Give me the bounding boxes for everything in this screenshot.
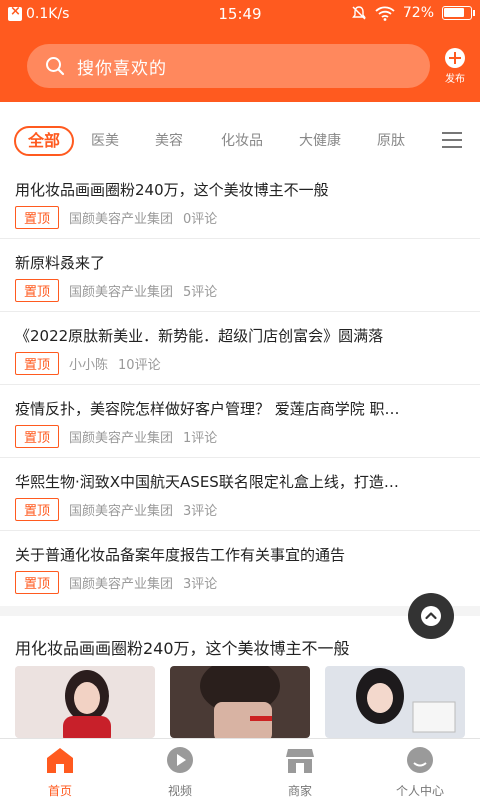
comment-count: 5评论 (183, 285, 218, 300)
nav-home-label: 首页 (47, 784, 72, 798)
nav-video-label: 视频 (167, 784, 192, 798)
search-input[interactable]: 搜你喜欢的 (27, 44, 430, 88)
status-right: 72% (351, 5, 475, 21)
chevron-up-icon (421, 606, 441, 626)
featured-thumbnails[interactable] (15, 666, 465, 738)
article-title: 《2022原肽新美业．新势能．超级门店创富会》圆满落 (15, 327, 384, 345)
article-author: 国颜美容产业集团 (69, 504, 174, 519)
list-item[interactable]: 华熙生物·润致X中国航天ASES联名限定礼盒上线，打造… 置顶 国颜美容产业集团… (0, 458, 480, 531)
comment-count: 3评论 (183, 577, 218, 592)
nav-home[interactable]: 首页 (0, 745, 120, 799)
menu-icon[interactable] (442, 132, 462, 148)
comment-count: 0评论 (183, 212, 218, 227)
article-author: 国颜美容产业集团 (69, 431, 174, 446)
pinned-badge: 置顶 (15, 498, 60, 521)
bottom-navigation: 首页 视频 商家 个人中心 (0, 738, 480, 800)
article-meta: 置顶 国颜美容产业集团 0评论 (15, 206, 217, 229)
plus-icon (445, 48, 465, 68)
pinned-badge: 置顶 (15, 206, 60, 229)
nav-profile-label: 个人中心 (395, 784, 444, 798)
category-tabs: 全部 医美 美容 化妆品 大健康 原肽 (0, 118, 480, 162)
list-item[interactable]: 关于普通化妆品备案年度报告工作有关事宜的通告 置顶 国颜美容产业集团 3评论 (0, 531, 480, 604)
article-author: 国颜美容产业集团 (69, 212, 174, 227)
article-title: 用化妆品画画圈粉240万，这个美妆博主不一般 (15, 181, 329, 199)
nav-shop[interactable]: 商家 (240, 745, 360, 799)
nav-profile[interactable]: 个人中心 (360, 745, 480, 799)
battery-icon (442, 6, 475, 20)
search-icon (46, 57, 65, 76)
mute-bell-icon (351, 6, 366, 20)
thumbnail-image[interactable] (325, 666, 465, 738)
featured-title[interactable]: 用化妆品画画圈粉240万，这个美妆博主不一般 (15, 635, 350, 659)
tab-peptide[interactable]: 原肽 (368, 126, 414, 156)
article-meta: 置顶 国颜美容产业集团 3评论 (15, 571, 217, 594)
publish-label: 发布 (445, 74, 465, 85)
nav-video[interactable]: 视频 (120, 745, 240, 799)
comment-count: 3评论 (183, 504, 218, 519)
list-item[interactable]: 用化妆品画画圈粉240万，这个美妆博主不一般 置顶 国颜美容产业集团 0评论 (0, 166, 480, 239)
article-author: 国颜美容产业集团 (69, 577, 174, 592)
article-meta: 置顶 小小陈 10评论 (15, 352, 161, 375)
publish-button[interactable]: 发布 (440, 48, 470, 85)
comment-count: 10评论 (118, 358, 161, 373)
list-item[interactable]: 疫情反扑，美容院怎样做好客户管理？ 爱莲店商学院 职… 置顶 国颜美容产业集团 … (0, 385, 480, 458)
home-icon (47, 748, 73, 773)
article-title: 新原料叒来了 (15, 254, 106, 272)
article-meta: 置顶 国颜美容产业集团 1评论 (15, 425, 217, 448)
pinned-badge: 置顶 (15, 425, 60, 448)
thumbnail-image[interactable] (15, 666, 155, 738)
battery-percent: 72% (402, 5, 434, 21)
article-title: 关于普通化妆品备案年度报告工作有关事宜的通告 (15, 546, 346, 564)
back-to-top-button[interactable] (408, 593, 454, 639)
play-icon (167, 747, 193, 773)
list-item[interactable]: 新原料叒来了 置顶 国颜美容产业集团 5评论 (0, 239, 480, 312)
status-bar: 0.1K/s 15:49 72% (0, 0, 480, 30)
tab-cosmetics[interactable]: 化妆品 (212, 126, 272, 156)
tab-beauty[interactable]: 美容 (146, 126, 192, 156)
pinned-badge: 置顶 (15, 352, 60, 375)
article-title: 疫情反扑，美容院怎样做好客户管理？ 爱莲店商学院 职… (15, 400, 400, 418)
article-title: 华熙生物·润致X中国航天ASES联名限定礼盒上线，打造… (15, 473, 399, 491)
thumbnail-image[interactable] (170, 666, 310, 738)
comment-count: 1评论 (183, 431, 218, 446)
article-meta: 置顶 国颜美容产业集团 3评论 (15, 498, 217, 521)
article-author: 小小陈 (69, 358, 109, 373)
article-author: 国颜美容产业集团 (69, 285, 174, 300)
search-placeholder: 搜你喜欢的 (77, 58, 167, 79)
tab-health[interactable]: 大健康 (290, 126, 350, 156)
pinned-badge: 置顶 (15, 571, 60, 594)
header: 搜你喜欢的 发布 (0, 30, 480, 102)
wifi-icon (375, 6, 395, 21)
tab-all[interactable]: 全部 (14, 126, 74, 156)
list-item[interactable]: 《2022原肽新美业．新势能．超级门店创富会》圆满落 置顶 小小陈 10评论 (0, 312, 480, 385)
pinned-badge: 置顶 (15, 279, 60, 302)
user-icon (407, 747, 433, 773)
shop-icon (286, 749, 314, 773)
nav-shop-label: 商家 (287, 784, 312, 798)
article-meta: 置顶 国颜美容产业集团 5评论 (15, 279, 217, 302)
tab-medical-beauty[interactable]: 医美 (82, 126, 128, 156)
